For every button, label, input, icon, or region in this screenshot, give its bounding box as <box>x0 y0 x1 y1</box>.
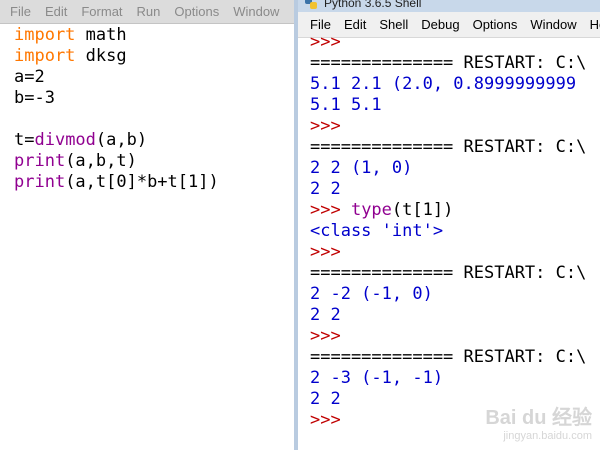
shell-line-segment: 2 -2 (-1, 0) <box>310 284 433 304</box>
shell-line-segment: 2 -3 (-1, -1) <box>310 368 444 388</box>
shell-line: ============== RESTART: C:\ <box>310 53 586 74</box>
shell-line-segment: ============== RESTART: C:\ <box>310 347 587 367</box>
editor-code-area[interactable]: import math import dksg a=2 b=-3 t=divmod(a,… <box>14 25 219 193</box>
shell-window: Python 3.6.5 Shell File Edit Shell Debug Opt… <box>294 0 600 450</box>
shell-line: <class 'int'> <box>310 221 586 242</box>
watermark-main: Bai du 经验 <box>485 407 592 429</box>
shell-line-segment: >>> <box>310 242 341 262</box>
shell-line-segment: ============== RESTART: C:\ <box>310 53 587 73</box>
code-line: import dksg <box>14 46 219 67</box>
shell-line: 2 -3 (-1, -1) <box>310 368 586 389</box>
shell-line-segment: type <box>350 200 392 220</box>
code-line-segment: t= <box>14 130 35 150</box>
python-idle-icon <box>305 0 317 9</box>
shell-line-segment: >>> <box>310 116 341 136</box>
code-line-segment: a=2 <box>14 67 45 87</box>
shell-line-segment: 2 2 <box>310 389 341 409</box>
shell-line-segment: 2 2 <box>310 305 341 325</box>
shell-titlebar[interactable]: Python 3.6.5 Shell <box>298 0 600 12</box>
editor-window: File Edit Format Run Options Window import ma… <box>0 0 300 450</box>
code-line: print(a,t[0]*b+t[1]) <box>14 172 219 193</box>
code-line: import math <box>14 25 219 46</box>
shell-line-segment: >>> <box>310 326 341 346</box>
shell-line: ============== RESTART: C:\ <box>310 137 586 158</box>
shell-line: 2 -2 (-1, 0) <box>310 284 586 305</box>
shell-line-segment: ============== RESTART: C:\ <box>310 263 587 283</box>
shell-menu-file[interactable]: File <box>310 17 331 32</box>
shell-line: >>> <box>310 242 586 263</box>
shell-line-segment: >>> <box>310 32 341 52</box>
shell-line: >>> <box>310 326 586 347</box>
code-line-segment: (a,b,t) <box>65 151 137 171</box>
code-line-segment: b=-3 <box>14 88 55 108</box>
shell-line-segment: >>> <box>310 410 341 430</box>
shell-line-segment: 5.1 5.1 <box>310 95 382 115</box>
editor-menubar: File Edit Format Run Options Window <box>0 0 300 24</box>
code-line-segment: math <box>75 25 127 45</box>
code-line-segment: import <box>14 25 76 45</box>
shell-line: >>> type(t[1]) <box>310 200 586 221</box>
code-line-segment: print <box>14 151 66 171</box>
shell-output-area[interactable]: >>> ============== RESTART: C:\ 5.1 2.1 (2… <box>310 32 586 431</box>
shell-line: 2 2 (1, 0) <box>310 158 586 179</box>
shell-menu-window[interactable]: Window <box>530 17 576 32</box>
editor-menu-run[interactable]: Run <box>137 4 161 19</box>
code-line: a=2 <box>14 67 219 88</box>
shell-line: >>> <box>310 32 586 53</box>
shell-line: 5.1 2.1 (2.0, 0.8999999999 <box>310 74 586 95</box>
shell-line: ============== RESTART: C:\ <box>310 347 586 368</box>
shell-line-segment: 2 2 <box>310 179 341 199</box>
editor-menu-file[interactable]: File <box>10 4 31 19</box>
editor-menu-format[interactable]: Format <box>81 4 122 19</box>
editor-menu-edit[interactable]: Edit <box>45 4 67 19</box>
shell-line-segment: <class 'int'> <box>310 221 444 241</box>
shell-line: ============== RESTART: C:\ <box>310 263 586 284</box>
watermark-sub: jingyan.baidu.com <box>503 430 592 442</box>
code-line: print(a,b,t) <box>14 151 219 172</box>
shell-menu-options[interactable]: Options <box>473 17 518 32</box>
shell-menu-edit[interactable]: Edit <box>344 17 366 32</box>
code-line-segment: import <box>14 46 76 66</box>
shell-window-title: Python 3.6.5 Shell <box>324 0 422 10</box>
code-line-segment: dksg <box>75 46 127 66</box>
shell-line: 5.1 5.1 <box>310 95 586 116</box>
code-line-segment: divmod <box>34 130 96 150</box>
code-line-segment: (a,b) <box>95 130 148 150</box>
code-line-segment: (a,t[0]*b+t[1]) <box>65 172 219 192</box>
shell-line-segment: >>> <box>310 200 351 220</box>
shell-menu-shell[interactable]: Shell <box>379 17 408 32</box>
code-line-segment: print <box>14 172 66 192</box>
shell-line-segment: (t[1]) <box>391 200 454 220</box>
baidu-watermark: Bai du 经验 jingyan.baidu.com <box>485 401 592 442</box>
shell-line-segment: 2 2 (1, 0) <box>310 158 413 178</box>
shell-menu-debug[interactable]: Debug <box>421 17 459 32</box>
code-line: t=divmod(a,b) <box>14 130 219 151</box>
shell-line-segment: 5.1 2.1 (2.0, 0.8999999999 <box>310 74 577 94</box>
shell-line-segment: ============== RESTART: C:\ <box>310 137 587 157</box>
code-line: b=-3 <box>14 88 219 109</box>
shell-line: 2 2 <box>310 305 586 326</box>
shell-line: >>> <box>310 116 586 137</box>
editor-menu-options[interactable]: Options <box>174 4 219 19</box>
editor-menu-window[interactable]: Window <box>233 4 279 19</box>
shell-menu-help[interactable]: Help <box>590 17 600 32</box>
shell-line: 2 2 <box>310 179 586 200</box>
